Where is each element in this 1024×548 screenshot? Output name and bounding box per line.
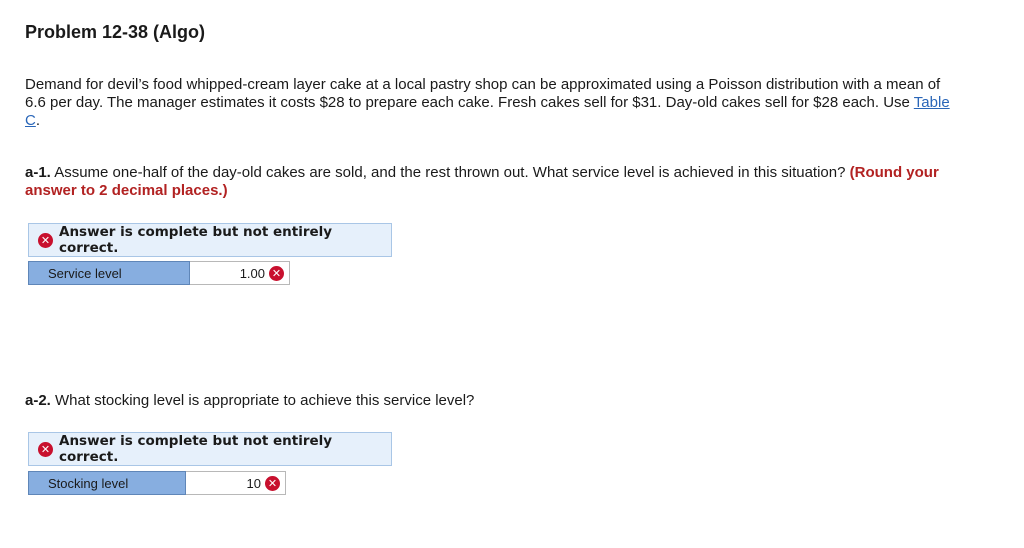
- answer-status-a1: ✕ Answer is complete but not entirely co…: [28, 223, 392, 257]
- x-circle-icon: ✕: [265, 475, 280, 491]
- service-level-label: Service level: [28, 261, 190, 285]
- stocking-level-value: 10: [246, 475, 261, 491]
- question-a2-text: What stocking level is appropriate to ac…: [50, 392, 475, 409]
- x-circle-icon: ✕: [38, 232, 53, 248]
- answer-row-a2: Stocking level 10 ✕: [28, 471, 286, 495]
- problem-intro: Demand for devil’s food whipped-cream la…: [25, 76, 955, 130]
- question-a2-number: a-2.: [25, 392, 51, 409]
- x-circle-icon: ✕: [269, 265, 284, 281]
- intro-end: .: [35, 112, 41, 129]
- answer-status-a2-text: Answer is complete but not entirely corr…: [59, 433, 333, 465]
- service-level-value: 1.00: [239, 265, 265, 281]
- stocking-level-label: Stocking level: [28, 471, 186, 495]
- answer-row-a1: Service level 1.00 ✕: [28, 261, 290, 285]
- question-a1-number: a-1.: [25, 164, 51, 181]
- question-a1: a-1. Assume one-half of the day-old cake…: [25, 164, 965, 200]
- x-circle-icon: ✕: [38, 441, 53, 457]
- stocking-level-field[interactable]: 10 ✕: [186, 471, 286, 495]
- answer-status-a2: ✕ Answer is complete but not entirely co…: [28, 432, 392, 466]
- question-a2: a-2. What stocking level is appropriate …: [25, 392, 965, 410]
- intro-text: Demand for devil’s food whipped-cream la…: [25, 76, 941, 111]
- problem-title: Problem 12-38 (Algo): [25, 22, 206, 42]
- question-a1-text: Assume one-half of the day-old cakes are…: [50, 164, 850, 181]
- answer-status-a1-text: Answer is complete but not entirely corr…: [59, 224, 333, 256]
- service-level-field[interactable]: 1.00 ✕: [190, 261, 290, 285]
